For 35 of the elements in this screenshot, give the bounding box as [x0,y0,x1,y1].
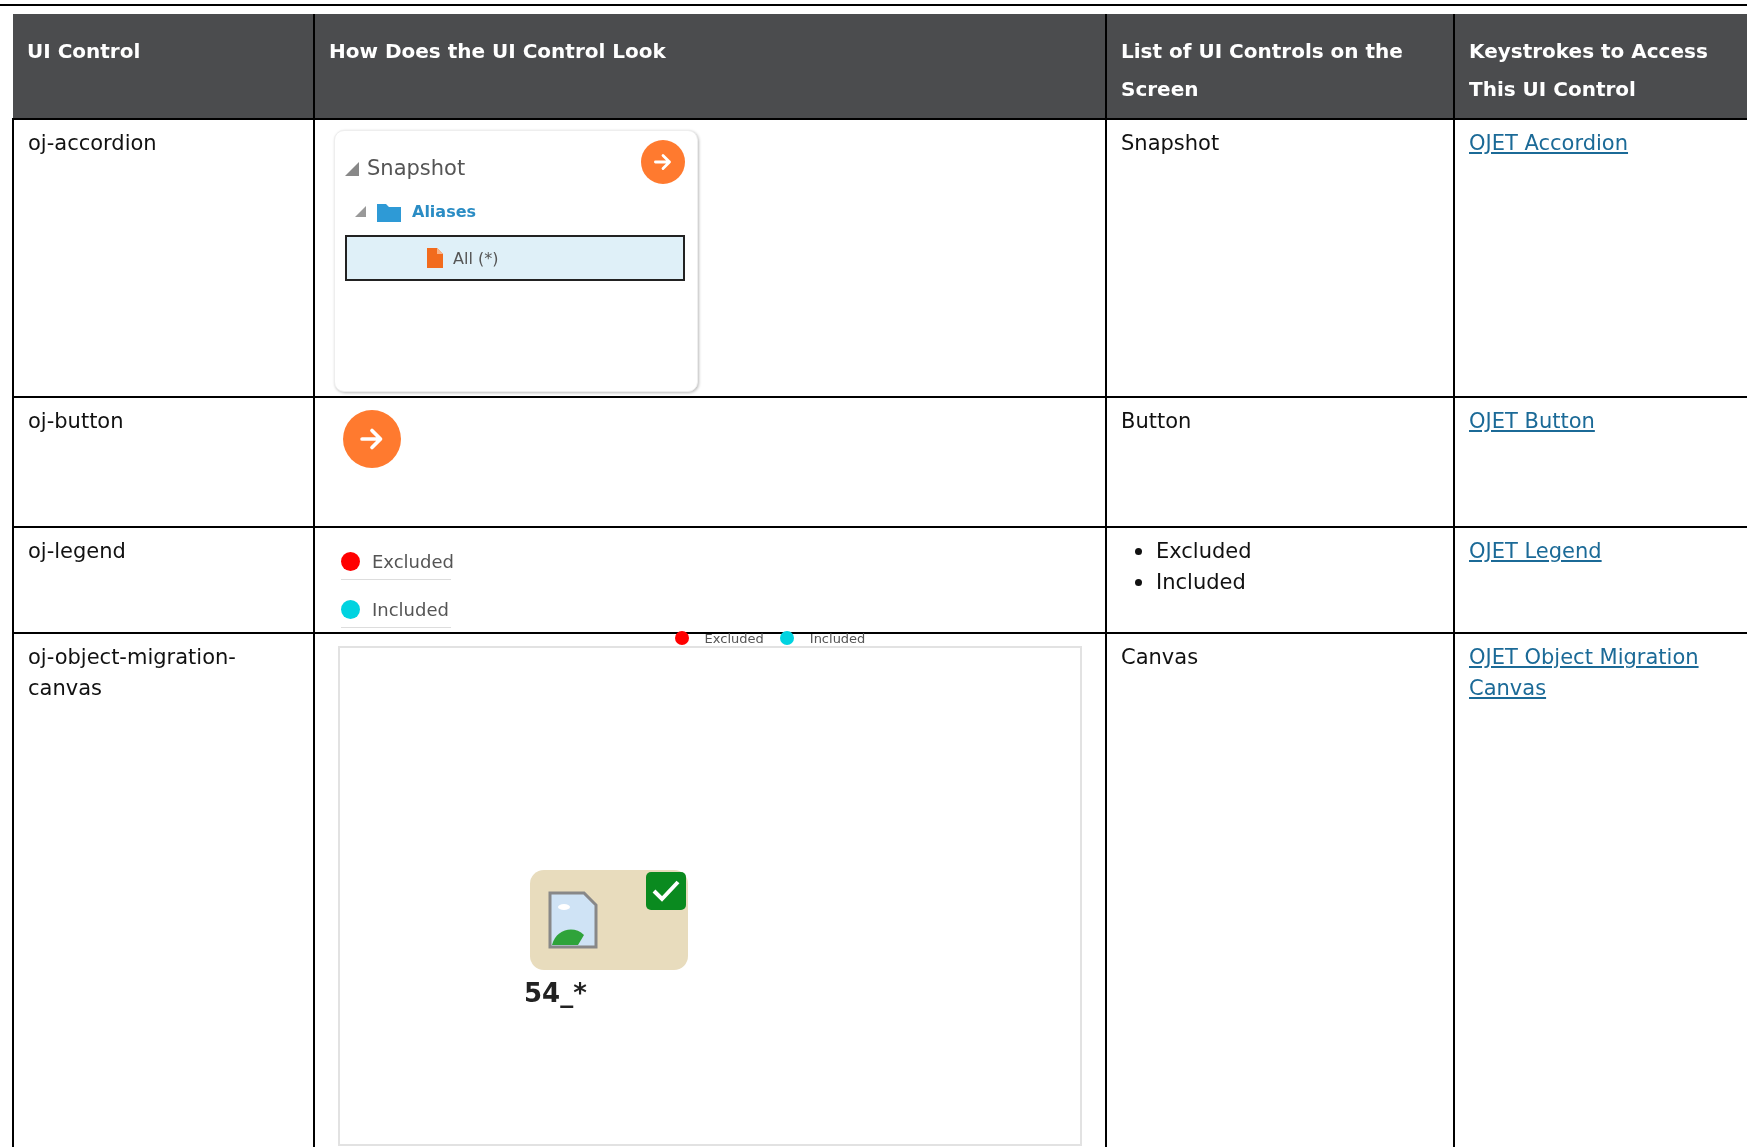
list-item: Excluded [1156,538,1252,565]
cell-text: Canvas [1121,644,1200,671]
node-label: 54_* [524,978,588,1009]
document-icon [427,248,443,268]
cell-text: oj-accordion [28,130,158,157]
cell-text: Snapshot [1121,130,1221,157]
image-file-icon [548,891,598,949]
cell-text: oj-button [28,408,125,435]
doc-link[interactable]: OJET Button [1469,406,1595,437]
folder-label[interactable]: Aliases [412,196,477,227]
cell-text: oj-object-migration-canvas [28,644,237,702]
column-header: List of UI Controls on the Screen [1106,14,1454,119]
arrow-button[interactable] [641,139,685,184]
column-header: Keystrokes to Access This UI Control [1454,14,1747,119]
accordion-title: Snapshot [367,155,466,182]
doc-link[interactable]: OJET Legend [1469,536,1602,567]
canvas-node[interactable] [530,870,688,970]
legend-label: Excluded [704,629,764,648]
expanded-triangle-icon [345,161,359,176]
legend-label: Excluded [372,550,454,574]
column-header: How Does the UI Control Look [314,14,1106,119]
column-header: UI Control [13,14,314,119]
cell-text: oj-legend [28,538,127,565]
tree-item[interactable]: All (*) [345,235,685,281]
expanded-triangle-icon [355,206,366,217]
cell-text: Button [1121,408,1193,435]
arrow-button[interactable] [343,410,401,468]
doc-link[interactable]: OJET Accordion [1469,128,1629,159]
list-item: Included [1156,569,1246,596]
checkbox[interactable] [646,872,686,910]
legend-label: Included [372,598,449,622]
doc-link[interactable]: OJET Object Migration Canvas [1469,642,1733,704]
bullet-icon [1135,548,1142,555]
bullet-icon [1135,579,1142,586]
legend-label: Included [809,629,866,648]
